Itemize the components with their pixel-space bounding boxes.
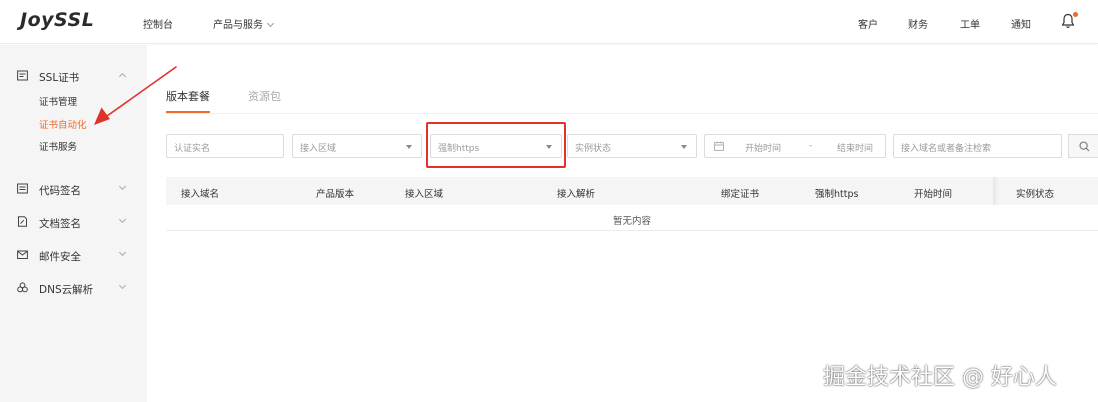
sidebar-item-cert-automation[interactable]: 证书自动化 [39, 117, 87, 131]
chevron-down-icon [118, 182, 127, 191]
column-header-force-https: 强制https [815, 189, 859, 200]
search-icon [1079, 141, 1090, 152]
table-empty-row: 暂无内容 [166, 205, 1098, 231]
domain-search-input[interactable]: 接入域名或者备注检索 [893, 134, 1062, 158]
region-placeholder: 接入区域 [300, 144, 337, 154]
nav-products-label: 产品与服务 [213, 20, 263, 31]
verified-name-input[interactable]: 认证实名 [166, 134, 284, 158]
sidebar-group-cloud-dns[interactable]: DNS云解析 [0, 278, 147, 298]
sidebar-group-ssl[interactable]: SSL证书 [0, 66, 147, 86]
end-time-placeholder: 结束时间 [837, 144, 874, 154]
column-header-region: 接入区域 [405, 189, 444, 200]
sidebar-group-mail-security[interactable]: 邮件安全 [0, 245, 147, 265]
logo[interactable]: JoySSL [20, 9, 94, 31]
column-header-domain: 接入域名 [181, 189, 220, 200]
instance-status-placeholder: 实例状态 [575, 144, 612, 154]
sidebar-group-doc-sign[interactable]: 文档签名 [0, 212, 147, 232]
watermark-text: 掘金技术社区 @ 好心人 [823, 365, 1057, 390]
start-time-placeholder: 开始时间 [745, 144, 782, 154]
column-header-bound-cert: 绑定证书 [721, 189, 760, 200]
nav-finance[interactable]: 财务 [908, 16, 928, 31]
caret-down-icon [546, 145, 552, 149]
tab-divider [166, 113, 1098, 114]
document-sign-icon [18, 216, 27, 227]
sidebar-group-label: 文档签名 [39, 218, 81, 230]
column-header-instance-status: 实例状态 [1016, 189, 1055, 200]
chevron-down-icon [118, 281, 127, 290]
chevron-down-icon [118, 248, 127, 257]
sidebar-group-label: 邮件安全 [39, 251, 81, 263]
nav-notice[interactable]: 通知 [1011, 16, 1031, 31]
tab-resource-package[interactable]: 资源包 [248, 88, 281, 104]
column-header-resolution: 接入解析 [557, 189, 596, 200]
instance-status-select[interactable]: 实例状态 [567, 134, 697, 158]
sidebar-group-code-sign[interactable]: 代码签名 [0, 179, 147, 199]
tab-version-package[interactable]: 版本套餐 [166, 88, 210, 104]
nav-products[interactable]: 产品与服务 [213, 16, 275, 31]
chevron-down-icon [118, 215, 127, 224]
sidebar-item-cert-service[interactable]: 证书服务 [39, 139, 77, 153]
tab-active-indicator [166, 111, 210, 113]
mail-security-icon [17, 250, 28, 259]
caret-down-icon [406, 145, 412, 149]
search-button[interactable] [1068, 134, 1098, 158]
calendar-icon [714, 141, 724, 151]
force-https-placeholder: 强制https [438, 144, 480, 154]
top-header: JoySSL 控制台 产品与服务 客户 财务 工单 通知 [0, 0, 1098, 44]
force-https-select[interactable]: 强制https [430, 134, 562, 158]
fixed-column-shadow [993, 177, 999, 205]
column-header-start-time: 开始时间 [914, 189, 953, 200]
date-range-picker[interactable]: 开始时间 - 结束时间 [704, 134, 886, 158]
nav-console[interactable]: 控制台 [143, 16, 173, 31]
cloud-dns-icon [17, 282, 28, 293]
sidebar-group-label: DNS云解析 [39, 284, 94, 296]
sidebar-group-label: SSL证书 [39, 72, 80, 84]
date-separator: - [809, 141, 813, 151]
nav-customer[interactable]: 客户 [858, 16, 878, 31]
domain-search-placeholder: 接入域名或者备注检索 [901, 144, 992, 154]
code-sign-icon [17, 183, 28, 194]
chevron-down-icon [266, 19, 275, 28]
sidebar-group-label: 代码签名 [39, 185, 81, 197]
notification-dot [1073, 12, 1078, 17]
verified-name-placeholder: 认证实名 [174, 144, 211, 154]
nav-ticket[interactable]: 工单 [960, 16, 980, 31]
table-header: 接入域名 产品版本 接入区域 接入解析 绑定证书 强制https 开始时间 实例… [166, 177, 1098, 205]
region-select[interactable]: 接入区域 [292, 134, 422, 158]
sidebar-item-cert-manage[interactable]: 证书管理 [39, 94, 77, 108]
chevron-up-icon [118, 72, 127, 81]
column-header-version: 产品版本 [316, 189, 355, 200]
caret-down-icon [681, 145, 687, 149]
certificate-icon [17, 70, 28, 81]
empty-text: 暂无内容 [612, 216, 651, 227]
